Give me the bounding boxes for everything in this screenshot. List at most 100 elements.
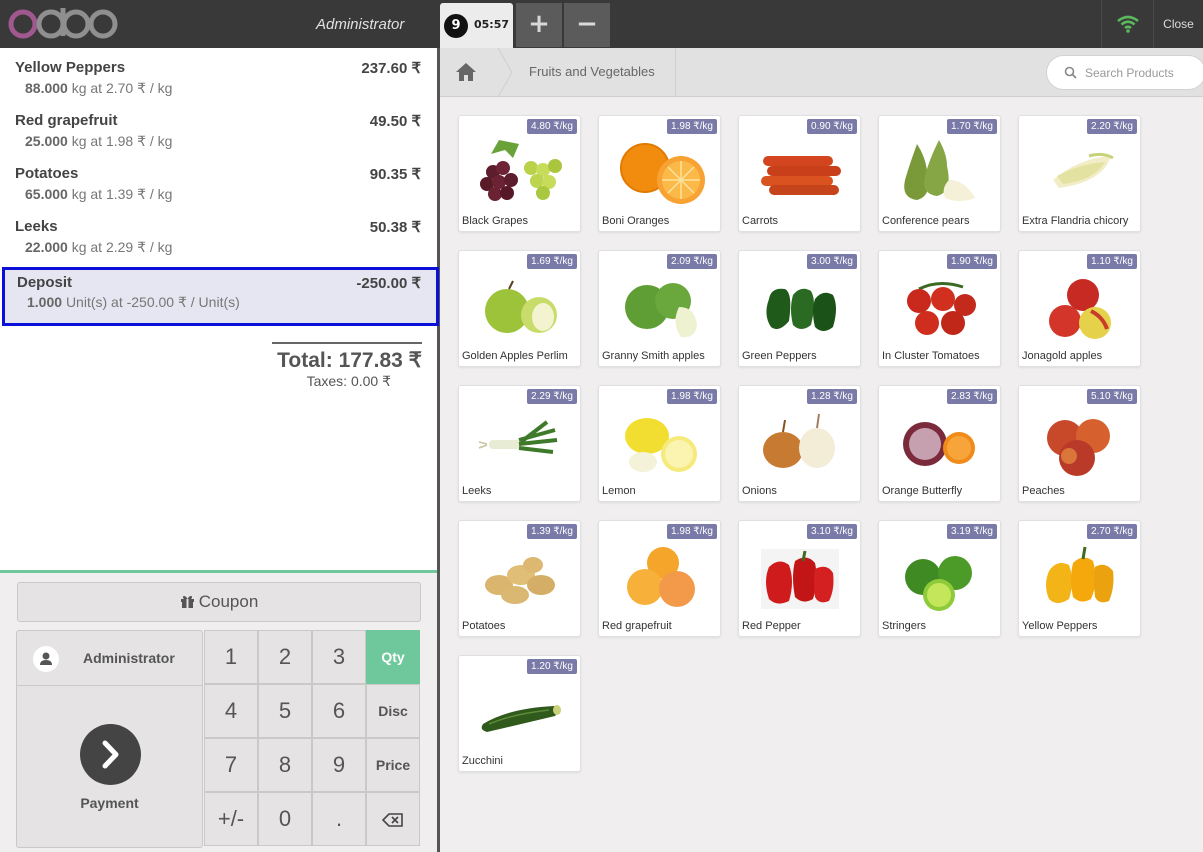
- mode-qty-button[interactable]: Qty: [366, 630, 420, 684]
- product-card[interactable]: 1.98 ₹/kg Boni Oranges: [598, 115, 721, 232]
- mode-disc-button[interactable]: Disc: [366, 684, 420, 738]
- numpad-key-6[interactable]: 6: [312, 684, 366, 738]
- product-name: Onions: [742, 485, 777, 497]
- product-card[interactable]: 5.10 ₹/kg Peaches: [1018, 385, 1141, 502]
- backspace-button[interactable]: [366, 792, 420, 846]
- order-line[interactable]: Red grapefruit 49.50 ₹ 25.000 kg at 1.98…: [0, 101, 437, 154]
- odoo-logo: [8, 8, 118, 39]
- product-card[interactable]: 1.98 ₹/kg Red grapefruit: [598, 520, 721, 637]
- product-card[interactable]: 1.98 ₹/kg Lemon: [598, 385, 721, 502]
- product-name: Black Grapes: [462, 215, 529, 227]
- new-order-button[interactable]: +: [516, 3, 562, 47]
- product-price-tag: 1.39 ₹/kg: [527, 524, 577, 539]
- numpad-key-4[interactable]: 4: [204, 684, 258, 738]
- numpad-key-2[interactable]: 2: [258, 630, 312, 684]
- product-image: [485, 557, 555, 604]
- product-name: Extra Flandria chicory: [1022, 215, 1129, 227]
- product-card[interactable]: 1.20 ₹/kg Zucchini: [458, 655, 581, 772]
- numpad-key-9[interactable]: 9: [312, 738, 366, 792]
- avatar: [33, 646, 59, 672]
- order-total: Total: 177.83 ₹: [277, 349, 422, 372]
- numpad-key-3[interactable]: 3: [312, 630, 366, 684]
- product-card[interactable]: 1.28 ₹/kg Onions: [738, 385, 861, 502]
- home-icon: [456, 63, 476, 81]
- order-time: 05:57: [474, 18, 510, 31]
- order-line-detail: kg at 2.70 ₹ / kg: [71, 80, 173, 96]
- product-price-tag: 3.19 ₹/kg: [947, 524, 997, 539]
- product-price-tag: 2.70 ₹/kg: [1087, 524, 1137, 539]
- action-pad: Administrator Payment: [16, 630, 203, 848]
- delete-order-button[interactable]: −: [564, 3, 610, 47]
- product-card[interactable]: 2.70 ₹/kg Yellow Peppers: [1018, 520, 1141, 637]
- user-icon: [40, 652, 52, 665]
- product-card[interactable]: 1.70 ₹/kg Conference pears: [878, 115, 1001, 232]
- product-image: [625, 283, 697, 338]
- product-name: Golden Apples Perlim: [462, 350, 568, 362]
- search-box[interactable]: [1046, 55, 1203, 90]
- close-button[interactable]: Close: [1153, 0, 1203, 48]
- product-card[interactable]: 4.80 ₹/kg Black Grapes: [458, 115, 581, 232]
- product-image: [478, 420, 558, 454]
- product-name: Potatoes: [462, 620, 506, 632]
- numpad-key-1[interactable]: 1: [204, 630, 258, 684]
- numpad-key-5[interactable]: 5: [258, 684, 312, 738]
- coupon-button[interactable]: Coupon: [17, 582, 421, 622]
- product-image: [903, 422, 975, 466]
- order-line[interactable]: Leeks 50.38 ₹ 22.000 kg at 2.29 ₹ / kg: [0, 207, 437, 260]
- product-image: [620, 143, 705, 204]
- product-price-tag: 2.83 ₹/kg: [947, 389, 997, 404]
- product-price-tag: 0.90 ₹/kg: [807, 119, 857, 134]
- product-image: [905, 556, 972, 611]
- product-image: [485, 280, 557, 333]
- order-line-price: -250.00 ₹: [356, 275, 421, 292]
- product-card[interactable]: 2.83 ₹/kg Orange Butterfly: [878, 385, 1001, 502]
- customer-button[interactable]: Administrator: [17, 631, 202, 686]
- product-image: [766, 288, 836, 331]
- product-card[interactable]: 3.19 ₹/kg Stringers: [878, 520, 1001, 637]
- numpad-key-7[interactable]: 7: [204, 738, 258, 792]
- product-price-tag: 2.20 ₹/kg: [1087, 119, 1137, 134]
- payment-label: Payment: [80, 795, 139, 811]
- product-price-tag: 3.00 ₹/kg: [807, 254, 857, 269]
- product-price-tag: 4.80 ₹/kg: [527, 119, 577, 134]
- product-card[interactable]: 2.09 ₹/kg Granny Smith apples: [598, 250, 721, 367]
- numpad-key-dot[interactable]: .: [312, 792, 366, 846]
- cashier-name[interactable]: Administrator: [316, 16, 404, 33]
- order-line-selected[interactable]: Deposit -250.00 ₹ 1.000 Unit(s) at -250.…: [2, 267, 439, 326]
- payment-button[interactable]: Payment: [17, 687, 202, 847]
- connection-status[interactable]: [1101, 0, 1153, 48]
- order-line-qty: 65.000: [25, 186, 68, 202]
- order-tab-selected[interactable]: 9 05:57: [440, 3, 513, 48]
- numpad-key-sign[interactable]: +/-: [204, 792, 258, 846]
- product-card[interactable]: 2.20 ₹/kg Extra Flandria chicory: [1018, 115, 1141, 232]
- order-line-info: 25.000 kg at 1.98 ₹ / kg: [25, 133, 172, 150]
- mode-price-button[interactable]: Price: [366, 738, 420, 792]
- product-card[interactable]: 3.00 ₹/kg Green Peppers: [738, 250, 861, 367]
- product-price-tag: 1.90 ₹/kg: [947, 254, 997, 269]
- order-line[interactable]: Yellow Peppers 237.60 ₹ 88.000 kg at 2.7…: [0, 48, 437, 101]
- coupon-label: Coupon: [198, 592, 259, 611]
- product-price-tag: 1.20 ₹/kg: [527, 659, 577, 674]
- numpad-key-0[interactable]: 0: [258, 792, 312, 846]
- product-card[interactable]: 1.90 ₹/kg In Cluster Tomatoes: [878, 250, 1001, 367]
- product-card[interactable]: 1.39 ₹/kg Potatoes: [458, 520, 581, 637]
- order-line-qty: 1.000: [27, 294, 63, 310]
- product-card[interactable]: 1.10 ₹/kg Jonagold apples: [1018, 250, 1141, 367]
- product-image: [761, 549, 839, 609]
- search-input[interactable]: [1085, 63, 1195, 83]
- product-name: Stringers: [882, 620, 927, 632]
- product-card[interactable]: 0.90 ₹/kg Carrots: [738, 115, 861, 232]
- order-line-info: 22.000 kg at 2.29 ₹ / kg: [25, 239, 172, 256]
- home-button[interactable]: [440, 48, 500, 97]
- breadcrumb-category[interactable]: Fruits and Vegetables: [516, 48, 676, 97]
- product-card[interactable]: 2.29 ₹/kg Leeks: [458, 385, 581, 502]
- numpad-key-8[interactable]: 8: [258, 738, 312, 792]
- order-line-qty: 25.000: [25, 133, 68, 149]
- order-line[interactable]: Potatoes 90.35 ₹ 65.000 kg at 1.39 ₹ / k…: [0, 154, 437, 207]
- order-line-name: Deposit: [17, 274, 73, 291]
- product-card[interactable]: 3.10 ₹/kg Red Pepper: [738, 520, 861, 637]
- control-pane: Coupon Administrator Payment 1 2 3 Qty 4…: [0, 570, 437, 852]
- backspace-icon: [381, 813, 403, 827]
- product-image: [480, 140, 562, 201]
- product-card[interactable]: 1.69 ₹/kg Golden Apples Perlim: [458, 250, 581, 367]
